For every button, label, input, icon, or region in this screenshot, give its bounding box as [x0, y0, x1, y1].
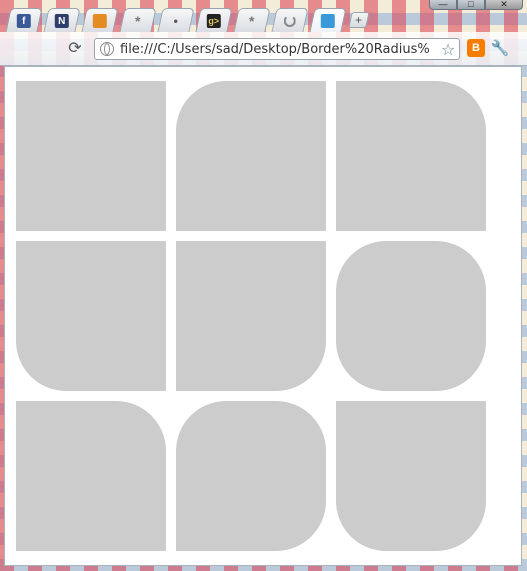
blogger-icon[interactable]: B: [467, 39, 485, 57]
tab-loading[interactable]: [271, 8, 309, 32]
wrench-icon[interactable]: 🔧: [491, 39, 510, 57]
tab-notepad[interactable]: N: [43, 8, 81, 32]
asterisk-icon: *: [135, 13, 141, 29]
tab-facebook[interactable]: f: [5, 8, 43, 32]
notepad-icon: N: [54, 14, 69, 28]
window-controls: — □ ✕: [429, 0, 523, 10]
url-text[interactable]: file:///C:/Users/sad/Desktop/Border%20Ra…: [120, 42, 439, 57]
box-bottom-corners-radius: [336, 401, 486, 551]
image-icon: [92, 14, 107, 28]
box-all-corners-radius: [336, 241, 486, 391]
facebook-icon: f: [16, 14, 31, 28]
terminal-icon: g>: [206, 14, 221, 28]
star-icon[interactable]: ☆: [439, 40, 457, 59]
new-tab-button[interactable]: +: [348, 12, 370, 28]
tab-terminal[interactable]: g>: [195, 8, 233, 32]
browser-toolbar: ⟳ file:///C:/Users/sad/Desktop/Border%20…: [0, 32, 527, 66]
minimize-button[interactable]: —: [429, 0, 457, 10]
address-bar[interactable]: file:///C:/Users/sad/Desktop/Border%20Ra…: [94, 38, 460, 60]
box-top-left-radius: [176, 81, 326, 231]
maximize-button[interactable]: □: [457, 0, 485, 10]
tab-image[interactable]: [81, 8, 119, 32]
dot-icon: •: [173, 14, 178, 28]
page-content: [4, 66, 522, 566]
box-bottom-left-radius: [16, 241, 166, 391]
box-top-right-radius: [336, 81, 486, 231]
tab-asterisk-1[interactable]: *: [119, 8, 157, 32]
globe-icon: [100, 42, 114, 56]
asterisk-icon: *: [249, 13, 255, 29]
loading-icon: [283, 14, 297, 28]
box-no-radius: [16, 81, 166, 231]
box-top-right-radius-row3: [16, 401, 166, 551]
plus-icon: +: [355, 13, 363, 27]
box-three-corners-radius: [176, 401, 326, 551]
tab-strip: f N * • g> * + — □ ✕: [0, 0, 527, 32]
tab-active[interactable]: [309, 8, 347, 32]
tab-asterisk-2[interactable]: *: [233, 8, 271, 32]
box-bottom-right-radius: [176, 241, 326, 391]
browser-window: f N * • g> * + — □ ✕ ⟳ file:///C:/Users/…: [0, 0, 527, 571]
ask-icon: [320, 14, 335, 28]
tab-dot[interactable]: •: [157, 8, 195, 32]
close-button[interactable]: ✕: [485, 0, 523, 10]
reload-icon[interactable]: ⟳: [66, 38, 84, 57]
